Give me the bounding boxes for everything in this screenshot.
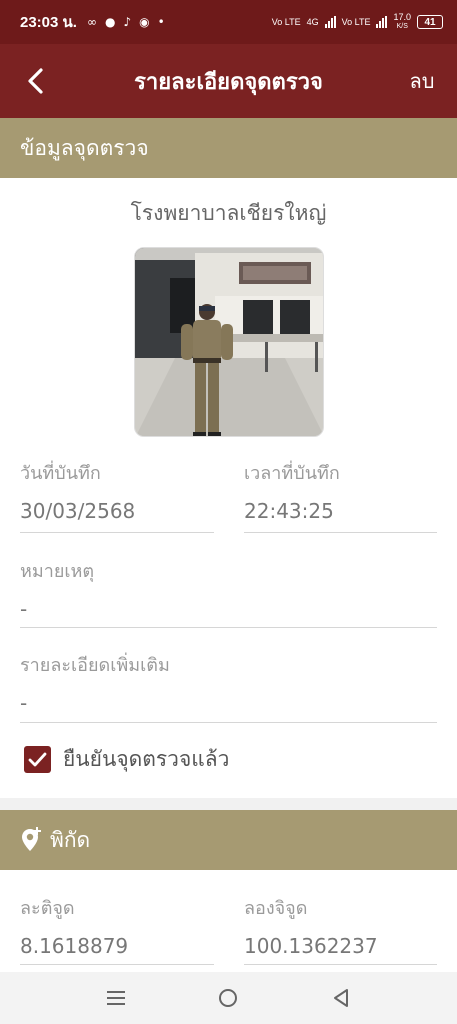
divider [20, 627, 437, 628]
back-icon[interactable] [332, 988, 350, 1008]
status-time: 23:03 น. [20, 14, 77, 31]
checkpoint-info-header: ข้อมูลจุดตรวจ [0, 118, 457, 178]
volte-badge-2: Vo LTE [341, 17, 371, 27]
chevron-left-icon [28, 68, 43, 94]
network-type-badge: 4G [306, 17, 319, 27]
delete-button[interactable]: ลบ [387, 65, 457, 97]
checkpoint-info-title: ข้อมูลจุดตรวจ [20, 135, 149, 160]
time-label: เวลาที่บันทึก [244, 463, 340, 484]
time-field: เวลาที่บันทึก 22:43:25 [244, 458, 437, 533]
date-label: วันที่บันทึก [20, 463, 101, 484]
details-value: - [20, 691, 28, 715]
note-label: หมายเหตุ [20, 561, 95, 582]
details-field: รายละเอียดเพิ่มเติม - [20, 650, 437, 723]
volte-badge-1: Vo LTE [271, 17, 301, 27]
location-title: พิกัด [50, 827, 91, 852]
divider [20, 532, 214, 533]
signal-icon-2 [376, 16, 388, 28]
note-value: - [20, 597, 28, 621]
date-field: วันที่บันทึก 30/03/2568 [20, 458, 214, 533]
divider [244, 964, 437, 965]
longitude-field: ลองจิจูด 100.1362237 [244, 893, 437, 965]
signal-icon-1 [324, 16, 336, 28]
network-speed: 17.0 K/S [393, 12, 411, 31]
checkpoint-photo-image [135, 248, 323, 436]
infinity-icon: ∞ [86, 15, 97, 29]
latitude-label: ละติจูด [20, 898, 75, 919]
note-field: หมายเหตุ - [20, 556, 437, 628]
confirm-row: ยืนยันจุดตรวจแล้ว [24, 743, 229, 776]
date-value: 30/03/2568 [20, 499, 136, 523]
page-title: รายละเอียดจุดตรวจ [134, 69, 323, 95]
section-divider [0, 798, 457, 810]
place-name: โรงพยาบาลเชียรใหญ่ [130, 201, 327, 225]
divider [244, 532, 437, 533]
checkmark-icon [28, 752, 47, 767]
longitude-label: ลองจิจูด [244, 898, 308, 919]
messenger-icon: ◉ [139, 15, 150, 29]
add-location-icon [20, 827, 42, 853]
more-notifications-icon: • [157, 15, 165, 29]
confirm-label: ยืนยันจุดตรวจแล้ว [63, 747, 230, 771]
checkpoint-photo[interactable] [134, 247, 324, 437]
details-label: รายละเอียดเพิ่มเติม [20, 655, 170, 676]
tiktok-icon: ♪ [123, 15, 132, 29]
back-button[interactable] [0, 44, 70, 118]
app-bar: รายละเอียดจุดตรวจ ลบ [0, 44, 457, 118]
battery-icon: 41 [417, 15, 443, 29]
status-bar: 23:03 น. ∞ ● ♪ ◉ • Vo LTE 4G Vo LTE 17.0… [0, 0, 457, 44]
recent-apps-icon[interactable] [106, 990, 125, 1006]
latitude-value: 8.1618879 [20, 934, 129, 958]
longitude-value: 100.1362237 [244, 934, 378, 958]
divider [20, 722, 437, 723]
confirm-checkbox[interactable] [24, 746, 51, 773]
system-nav-bar [0, 972, 457, 1024]
location-header: พิกัด [0, 810, 457, 870]
latitude-field: ละติจูด 8.1618879 [20, 893, 214, 965]
line-app-icon: ● [104, 15, 116, 29]
time-value: 22:43:25 [244, 499, 334, 523]
divider [20, 964, 214, 965]
home-icon[interactable] [218, 988, 238, 1008]
